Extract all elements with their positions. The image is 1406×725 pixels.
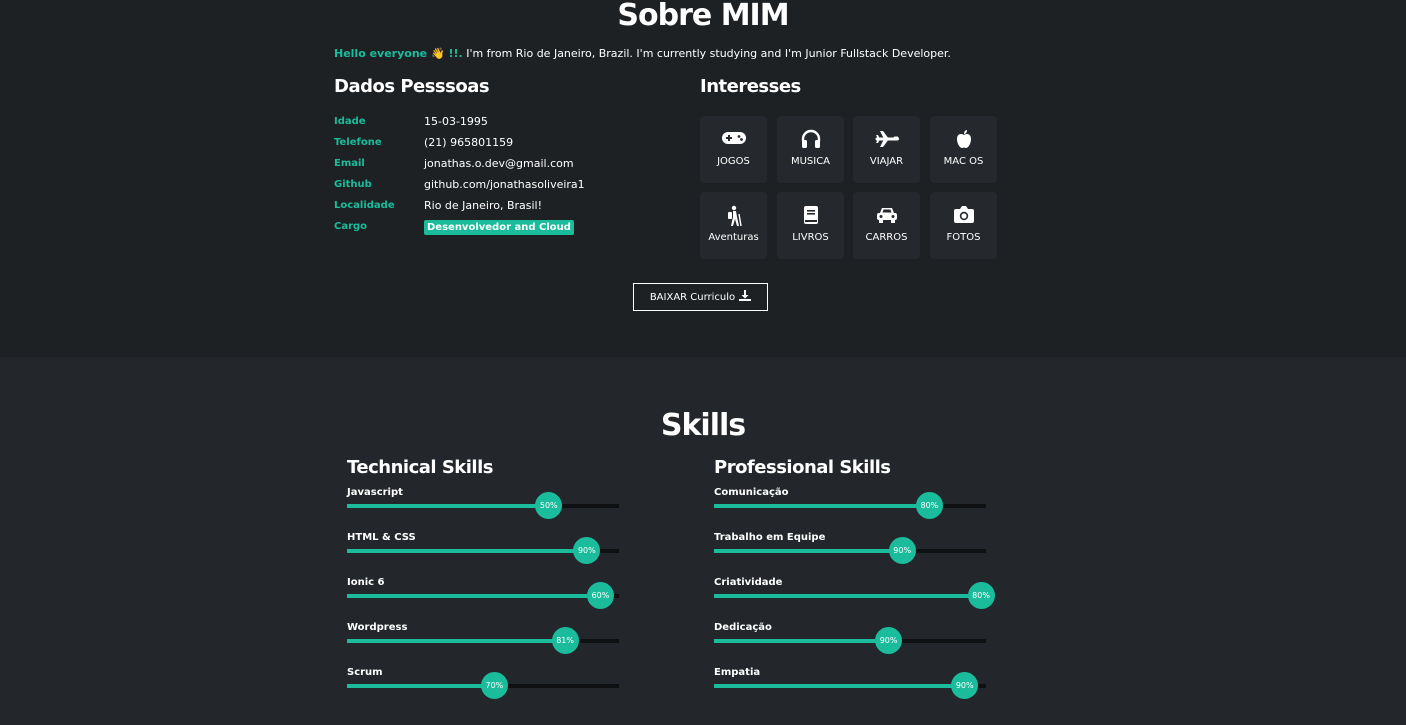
interest-photos[interactable]: FOTOS [930, 192, 997, 259]
skill-progress-track: 90% [714, 537, 986, 564]
skill-name: Dedicação [714, 622, 772, 633]
interest-games[interactable]: JOGOS [700, 116, 767, 183]
info-label: Email [334, 158, 365, 169]
skill-progress-track: 90% [714, 627, 986, 654]
skill-percent-badge: 81% [551, 627, 579, 654]
about-title: Sobre MIM [617, 0, 789, 33]
skill-progress-track: 60% [347, 582, 619, 609]
interest-adventures[interactable]: Aventuras [700, 192, 767, 259]
skill-progress-fill [347, 684, 494, 688]
info-label: Localidade [334, 200, 395, 211]
skill-progress-track: 81% [347, 627, 619, 654]
skill-percent-badge: 90% [573, 537, 601, 564]
interest-label: FOTOS [946, 232, 981, 243]
download-icon [739, 290, 752, 304]
info-label: Telefone [334, 137, 382, 148]
gamepad-icon [700, 129, 767, 149]
car-icon [853, 205, 920, 225]
interest-label: CARROS [865, 232, 908, 243]
technical-skills-heading: Technical Skills [347, 457, 493, 478]
skill-progress-fill [347, 639, 565, 643]
interest-label: MAC OS [943, 156, 984, 167]
skill-progress-track: 70% [347, 672, 619, 699]
skill-percent-badge: 90% [875, 627, 903, 654]
skill-progress-fill [347, 504, 549, 508]
interests-heading: Interesses [700, 76, 801, 97]
info-value: (21) 965801159 [424, 136, 514, 149]
role-badge: Desenvolvedor and Cloud [424, 220, 574, 235]
info-label: Idade [334, 116, 366, 127]
intro-text: Hello everyone 👋 !!. I'm from Rio de Jan… [334, 47, 951, 60]
interest-label: Aventuras [708, 232, 759, 243]
info-label: Cargo [334, 221, 368, 232]
info-value: jonathas.o.dev@gmail.com [424, 157, 574, 170]
about-section: Sobre MIM Hello everyone 👋 !!. I'm from … [0, 0, 1406, 357]
skill-name: HTML & CSS [347, 532, 416, 543]
skill-percent-badge: 80% [915, 492, 943, 519]
skill-percent-badge: 70% [480, 672, 508, 699]
intro-body: I'm from Rio de Janeiro, Brazil. I'm cur… [462, 47, 951, 60]
skill-percent-badge: 60% [586, 582, 614, 609]
interest-label: MUSICA [790, 156, 831, 167]
skill-progress-track: 80% [714, 582, 995, 609]
skill-name: Javascript [347, 487, 403, 498]
skill-name: Trabalho em Equipe [714, 532, 826, 543]
skill-name: Comunicação [714, 487, 789, 498]
download-resume-label: BAIXAR Curriculo [649, 291, 736, 303]
info-value: github.com/jonathasoliveira1 [424, 178, 585, 191]
skill-progress-track: 80% [714, 492, 986, 519]
skill-percent-badge: 90% [888, 537, 916, 564]
skills-title: Skills [660, 408, 746, 443]
interest-label: VIAJAR [869, 156, 904, 167]
interest-label: LIVROS [792, 232, 829, 243]
skill-progress-fill [347, 549, 587, 553]
skill-percent-badge: 50% [535, 492, 563, 519]
skills-section: Skills Technical Skills Professional Ski… [0, 357, 1406, 725]
hiker-icon [700, 205, 767, 227]
skill-progress-fill [714, 639, 889, 643]
skill-progress-fill [714, 504, 929, 508]
info-value: 15-03-1995 [424, 115, 488, 128]
plane-icon [853, 129, 920, 149]
book-icon [777, 205, 844, 225]
skill-progress-fill [714, 594, 981, 598]
skill-name: Wordpress [347, 622, 408, 633]
interest-cars[interactable]: CARROS [853, 192, 920, 259]
skill-name: Criatividade [714, 577, 783, 588]
camera-icon [930, 205, 997, 225]
skill-name: Ionic 6 [347, 577, 385, 588]
skill-name: Empatia [714, 667, 761, 678]
skill-percent-badge: 80% [967, 582, 995, 609]
headphones-icon [777, 129, 844, 149]
info-label: Github [334, 179, 372, 190]
interest-macos[interactable]: MAC OS [930, 116, 997, 183]
skill-percent-badge: 90% [951, 672, 979, 699]
skill-progress-fill [714, 684, 965, 688]
interest-books[interactable]: LIVROS [777, 192, 844, 259]
personal-data-heading: Dados Pesssoas [334, 76, 490, 97]
interest-travel[interactable]: VIAJAR [853, 116, 920, 183]
download-resume-button[interactable]: BAIXAR Curriculo [633, 283, 768, 311]
intro-highlight: Hello everyone 👋 !!. [334, 47, 463, 60]
skill-progress-fill [347, 594, 600, 598]
skill-progress-fill [714, 549, 902, 553]
skill-name: Scrum [347, 667, 383, 678]
skill-progress-track: 50% [347, 492, 619, 519]
interest-label: JOGOS [717, 156, 750, 167]
professional-skills-heading: Professional Skills [714, 457, 891, 478]
role-badge-wrap: Desenvolvedor and Cloud [424, 219, 574, 236]
interest-music[interactable]: MUSICA [777, 116, 844, 183]
skill-progress-track: 90% [714, 672, 986, 699]
skill-progress-track: 90% [347, 537, 619, 564]
apple-icon [930, 129, 997, 149]
info-value: Rio de Janeiro, Brasil! [424, 199, 543, 212]
